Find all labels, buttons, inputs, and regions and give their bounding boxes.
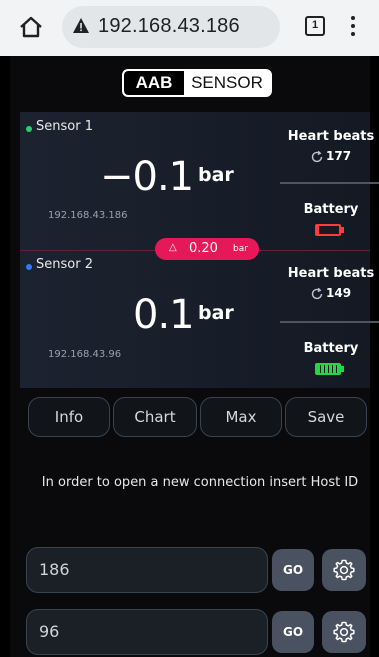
- heart-beat-refresh-icon: [310, 149, 324, 163]
- host-id-input-2[interactable]: 96: [26, 609, 268, 655]
- settings-button-2[interactable]: [322, 611, 366, 653]
- status-dot: [26, 126, 32, 132]
- connection-instructions: In order to open a new connection insert…: [41, 475, 359, 490]
- max-button[interactable]: Max: [200, 397, 282, 437]
- info-button[interactable]: Info: [28, 397, 110, 437]
- gear-icon: [333, 621, 355, 643]
- sensor-1-value: −0.1: [100, 154, 194, 200]
- battery-tip: [341, 366, 344, 372]
- sensor-2-battery-label: Battery: [303, 341, 359, 356]
- sensor-1-battery-label: Battery: [303, 202, 359, 217]
- more-menu-icon[interactable]: [346, 14, 360, 38]
- sensor-2-ip: 192.168.43.96: [48, 349, 122, 360]
- tab-switcher-button[interactable]: 1: [305, 16, 325, 36]
- sensor-panel: Sensor 1 −0.1 bar 192.168.43.186 Heart b…: [20, 112, 379, 388]
- sensor-2-name: Sensor 2: [36, 257, 93, 272]
- sensor-1-heart-beats: 177: [326, 149, 352, 163]
- home-icon[interactable]: [18, 14, 44, 40]
- heart-beat-refresh-icon: [310, 286, 324, 300]
- delta-badge: △ 0.20 bar: [155, 238, 259, 260]
- battery-tip: [341, 227, 344, 233]
- sensor-2-value: 0.1: [133, 292, 195, 338]
- tab-count: 1: [311, 19, 319, 31]
- sensor-1-unit: bar: [198, 164, 234, 186]
- sensor-2-heart-beats-label: Heart beats: [287, 266, 375, 281]
- host-id-input-1[interactable]: 186: [26, 547, 268, 593]
- warning-icon[interactable]: [72, 17, 90, 35]
- gear-icon: [333, 559, 355, 581]
- app-screen: AAB SENSOR Sensor 1 −0.1 bar 192.168.43.…: [10, 56, 379, 657]
- go-button-2[interactable]: GO: [272, 611, 314, 653]
- delta-icon: △: [169, 242, 177, 253]
- address-bar[interactable]: 192.168.43.186: [62, 6, 280, 48]
- logo-right: SENSOR: [191, 73, 263, 92]
- battery-icon: [315, 224, 341, 236]
- delta-value: 0.20: [189, 241, 218, 256]
- battery-icon: [315, 363, 341, 375]
- sensor-1-heart-beats-label: Heart beats: [287, 129, 375, 144]
- url-text: 192.168.43.186: [98, 15, 240, 37]
- divider: [280, 321, 379, 323]
- save-button[interactable]: Save: [285, 397, 367, 437]
- sensor-1-ip: 192.168.43.186: [48, 210, 128, 221]
- browser-toolbar: 192.168.43.186 1: [0, 0, 379, 56]
- logo-left: AAB: [124, 71, 184, 95]
- go-button-1[interactable]: GO: [272, 549, 314, 591]
- sensor-2-unit: bar: [198, 302, 234, 324]
- status-dot: [26, 264, 32, 270]
- settings-button-1[interactable]: [322, 549, 366, 591]
- sensor-2-heart-beats: 149: [326, 286, 352, 300]
- divider: [280, 182, 379, 184]
- sensor-1-name: Sensor 1: [36, 119, 93, 134]
- delta-unit: bar: [233, 244, 248, 254]
- aab-sensor-logo: AAB SENSOR: [122, 69, 272, 97]
- chart-button[interactable]: Chart: [113, 397, 197, 437]
